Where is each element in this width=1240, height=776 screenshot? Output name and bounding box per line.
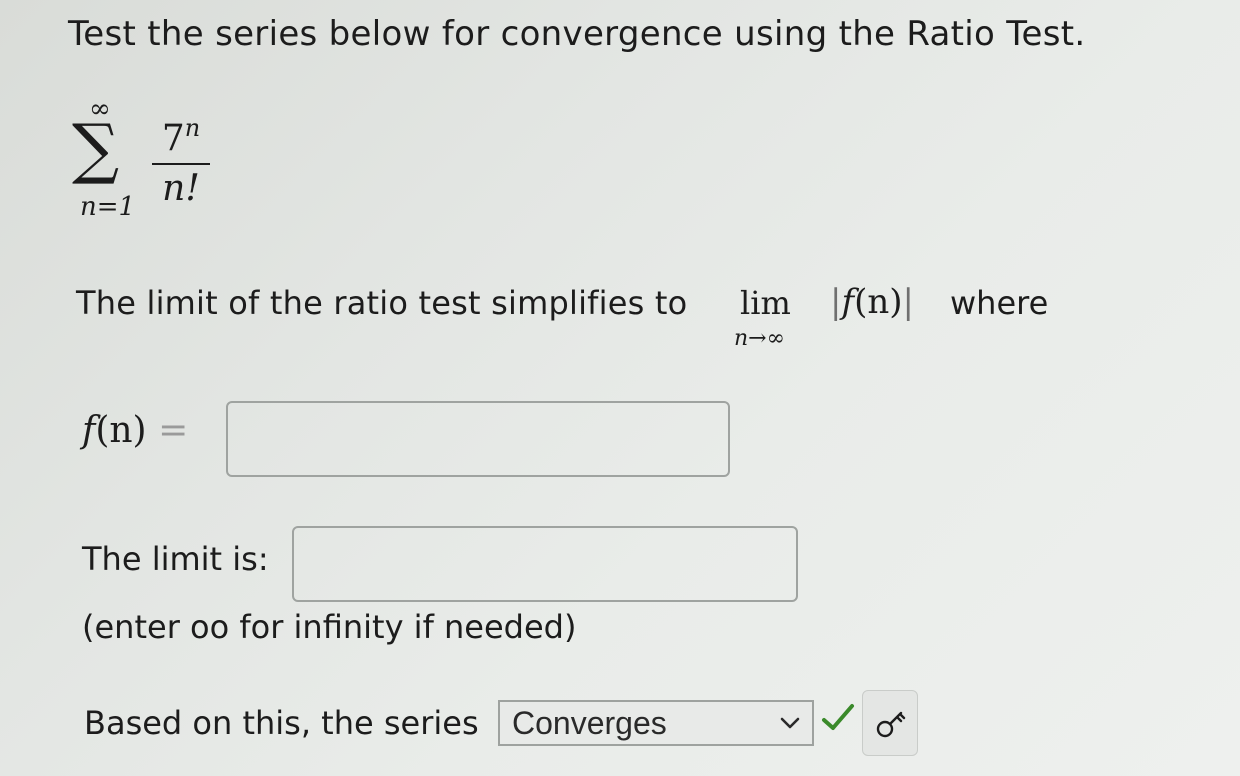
- numerator-exponent: n: [184, 114, 201, 142]
- sigma-symbol: ∑: [72, 110, 120, 187]
- question-prompt: Test the series below for convergence us…: [68, 14, 1086, 54]
- series-term-fraction: 7n n!: [152, 106, 210, 211]
- check-icon: [822, 704, 854, 730]
- fn-n: (n): [95, 410, 147, 451]
- abs-f-of-n: |f(n)|: [830, 282, 914, 322]
- where-word: where: [950, 284, 1049, 322]
- series-expression: ∞ ∑ n=1 7n n!: [72, 96, 232, 236]
- limit-statement-text: The limit of the ratio test simplifies t…: [76, 284, 688, 322]
- limit-answer-input[interactable]: [292, 526, 798, 602]
- numerator-base: 7: [161, 118, 185, 159]
- sum-lower-limit: n=1: [80, 192, 136, 222]
- convergence-select[interactable]: Converges: [498, 700, 814, 746]
- fraction-numerator: 7n: [152, 106, 210, 161]
- fn-f: f: [82, 410, 96, 451]
- fn-equals: =: [158, 410, 189, 451]
- chevron-down-icon: [780, 717, 800, 729]
- fn-label: f(n) =: [82, 410, 188, 451]
- n-arg: (n): [854, 282, 903, 322]
- limit-label: The limit is:: [82, 540, 269, 578]
- key-button[interactable]: [862, 690, 918, 756]
- convergence-selected-value: Converges: [512, 704, 667, 741]
- lim-subscript: n→∞: [734, 326, 785, 351]
- fn-answer-input[interactable]: [226, 401, 730, 477]
- lim-operator: lim: [740, 284, 791, 322]
- conclusion-label: Based on this, the series: [84, 704, 479, 742]
- fraction-bar: [152, 163, 210, 165]
- fraction-denominator: n!: [162, 168, 200, 209]
- infinity-hint: (enter oo for infinity if needed): [82, 608, 577, 646]
- key-icon: [876, 711, 906, 738]
- f-symbol: f: [841, 282, 855, 322]
